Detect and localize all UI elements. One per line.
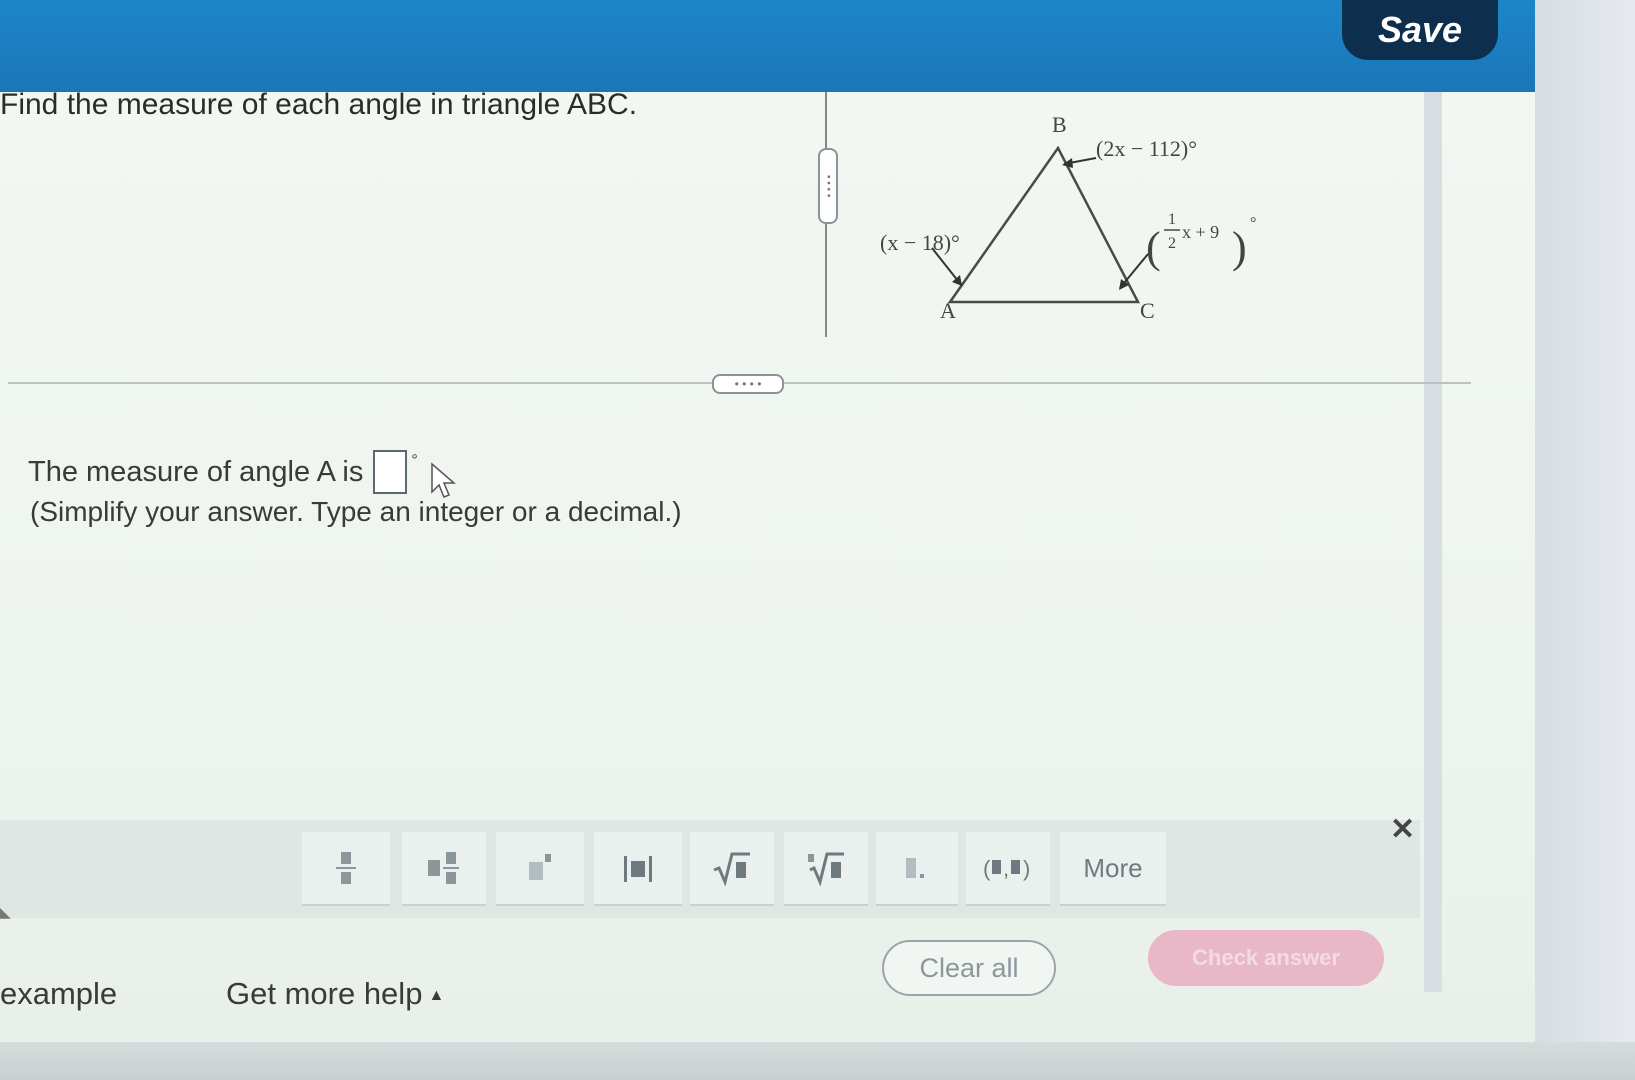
square-root-tool-button[interactable] [690,832,774,906]
answer-unit: ° [411,452,418,469]
angle-c-frac-den: 2 [1168,235,1176,252]
answer-input[interactable] [373,450,408,494]
decimal-icon [906,858,924,878]
absolute-value-icon [624,856,652,882]
exponent-icon [529,854,551,880]
top-bar [0,0,1535,92]
scrollbar-track[interactable] [1424,92,1442,992]
nth-root-tool-button[interactable] [784,832,868,906]
vertical-resize-handle[interactable]: • • • • [818,148,838,224]
check-answer-button[interactable]: Check answer [1148,930,1384,986]
answer-hint: (Simplify your answer. Type an integer o… [30,496,682,527]
view-example-link[interactable]: example [0,976,117,1012]
ordered-pair-icon: ( , ) [983,856,1030,881]
mixed-number-icon [428,852,459,884]
clear-all-button[interactable]: Clear all [882,940,1056,996]
answer-prefix: The measure of angle A is [28,455,364,488]
mouse-cursor-icon [431,462,457,498]
vertex-label-b: B [1052,112,1067,137]
answer-line: The measure of angle A is ° [28,450,418,494]
angle-c-paren-right: ) [1232,223,1247,272]
svg-text:(: ( [983,856,991,881]
right-edge [1535,0,1635,1080]
fraction-icon [336,852,356,884]
caret-up-icon: ▲ [428,986,445,1004]
more-tools-label: More [1083,852,1143,883]
vertex-label-c: C [1140,298,1155,323]
question-text: Find the measure of each angle in triang… [0,88,638,121]
bottom-band [0,1042,1635,1080]
mixed-number-tool-button[interactable] [402,832,486,906]
decimal-tool-button[interactable] [876,832,958,906]
angle-c-expression-rest: x + 9 [1182,222,1219,242]
triangle-abc [947,145,1141,304]
square-root-icon [713,852,750,887]
example-label: example [0,976,118,1011]
more-tools-button[interactable]: More [1060,832,1166,906]
absolute-value-tool-button[interactable] [594,832,682,906]
angle-b-expression: (2x − 112)° [1096,136,1197,161]
angle-a-expression: (x − 18)° [880,230,960,255]
exponent-tool-button[interactable] [496,832,584,906]
ordered-pair-tool-button[interactable]: ( , ) [966,832,1050,906]
save-button[interactable]: Save [1342,0,1498,60]
help-label: Get more help [226,976,423,1011]
vertex-label-a: A [940,298,956,323]
angle-c-degree: ° [1250,215,1256,232]
fraction-tool-button[interactable] [302,832,390,906]
get-more-help-link[interactable]: Get more help ▲ [226,976,444,1012]
horizontal-resize-handle[interactable]: • • • • [712,374,784,394]
triangle-figure: B A C (x − 18)° (2x − 112)° ( 1 2 x + 9 … [880,112,1256,323]
close-toolbar-icon[interactable]: ✕ [1390,812,1415,847]
angle-c-paren-left: ( [1146,223,1161,272]
svg-text:,: , [1003,856,1009,881]
chevron-down-icon: ◣ [0,904,11,920]
angle-c-frac-num: 1 [1168,211,1176,228]
nth-root-icon [808,852,844,887]
svg-text:): ) [1023,856,1030,881]
